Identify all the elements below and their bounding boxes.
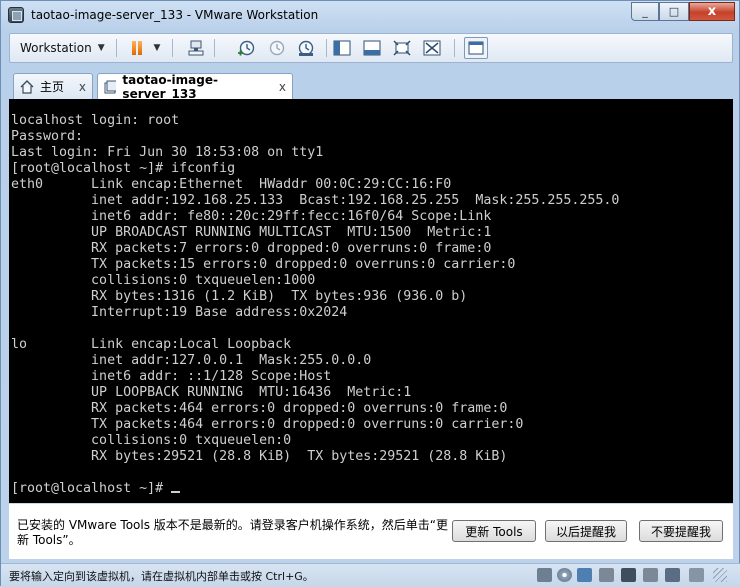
remind-later-button[interactable]: 以后提醒我 [545, 520, 627, 542]
send-ctrl-alt-del-button[interactable] [186, 39, 206, 57]
console-line: RX bytes:1316 (1.2 KiB) TX bytes:936 (93… [91, 289, 468, 304]
unity-button[interactable] [422, 39, 442, 57]
close-icon[interactable]: x [279, 80, 286, 94]
window-title: taotao-image-server_133 - VMware Worksta… [31, 8, 319, 22]
workstation-menu-label: Workstation [20, 41, 92, 55]
minimize-button[interactable]: _ [631, 2, 659, 21]
keyboard-network-icon [188, 40, 204, 56]
title-bar[interactable]: taotao-image-server_133 - VMware Worksta… [1, 1, 740, 31]
console-line: inet6 addr: fe80::20c:29ff:fecc:16f0/64 … [91, 209, 492, 224]
hard-disk-icon[interactable] [537, 568, 552, 582]
vmware-app-icon [8, 7, 24, 23]
vmware-tools-notification: 已安装的 VMware Tools 版本不是最新的。请登录客户机操作系统，然后单… [9, 503, 733, 559]
pause-icon [131, 41, 143, 55]
console-line: RX packets:7 errors:0 dropped:0 overruns… [91, 241, 492, 256]
power-dropdown-button[interactable]: ▼ [150, 39, 164, 57]
close-button[interactable]: x [689, 2, 735, 21]
message-log-icon[interactable] [689, 568, 704, 582]
status-message: 要将输入定向到该虚拟机，请在虚拟机内部单击或按 Ctrl+G。 [9, 570, 314, 583]
console-line: [root@localhost ~]# ifconfig [11, 161, 236, 176]
console-line: Password: [11, 129, 84, 144]
vmware-window: taotao-image-server_133 - VMware Worksta… [0, 0, 740, 587]
console-prompt: [root@localhost ~]# [11, 481, 172, 496]
full-screen-icon [393, 40, 411, 56]
console-line: collisions:0 txqueuelen:1000 [91, 273, 316, 288]
toolbar-divider [172, 39, 173, 57]
console-line: inet addr:127.0.0.1 Mask:255.0.0.0 [91, 353, 372, 368]
console-line: RX packets:464 errors:0 dropped:0 overru… [91, 401, 508, 416]
console-lines: localhost login: root Password: Last log… [11, 113, 619, 464]
close-icon[interactable]: x [79, 80, 86, 94]
console-line: TX packets:15 errors:0 dropped:0 overrun… [91, 257, 516, 272]
take-snapshot-button[interactable] [236, 39, 256, 57]
console-line: collisions:0 txqueuelen:0 [91, 433, 292, 448]
console-output: localhost login: root Password: Last log… [9, 99, 733, 497]
thumbnail-bar-icon [363, 40, 381, 56]
console-line: TX packets:464 errors:0 dropped:0 overru… [91, 417, 524, 432]
console-line: UP BROADCAST RUNNING MULTICAST MTU:1500 … [91, 225, 492, 240]
tab-home-label: 主页 [40, 80, 65, 94]
minimize-icon: _ [642, 5, 648, 18]
update-tools-button[interactable]: 更新 Tools [452, 520, 536, 542]
pause-button[interactable] [124, 39, 150, 57]
tab-bar: 主页 x taotao-image-server_133 x [9, 69, 733, 101]
never-remind-button[interactable]: 不要提醒我 [639, 520, 723, 542]
toolbar-divider [116, 39, 117, 57]
unity-mode-icon [423, 40, 441, 56]
main-toolbar: Workstation ▼ ▼ [9, 33, 733, 63]
close-icon: x [707, 4, 717, 19]
cd-rom-icon[interactable] [557, 568, 572, 582]
console-line: inet6 addr: ::1/128 Scope:Host [91, 369, 332, 384]
printer-icon[interactable] [599, 568, 614, 582]
toolbar-divider [454, 39, 455, 57]
snapshot-clock-icon [238, 40, 255, 56]
show-library-button[interactable] [332, 39, 352, 57]
snapshot-manager-icon [298, 40, 314, 56]
text-cursor [171, 491, 181, 493]
console-line: lo Link encap:Local Loopback [11, 337, 292, 352]
maximize-button[interactable]: □ [659, 2, 689, 21]
notification-message: 已安装的 VMware Tools 版本不是最新的。请登录客户机操作系统，然后单… [17, 518, 449, 547]
console-view-button[interactable] [464, 37, 488, 59]
status-bar: 要将输入定向到该虚拟机，请在虚拟机内部单击或按 Ctrl+G。 [1, 563, 740, 587]
chevron-down-icon: ▼ [97, 43, 105, 53]
vm-console[interactable]: localhost login: root Password: Last log… [9, 99, 733, 503]
tab-home[interactable]: 主页 x [13, 73, 93, 99]
console-line: localhost login: root [11, 113, 180, 128]
library-pane-icon [333, 40, 351, 56]
console-view-icon [468, 41, 484, 55]
snapshot-manager-button[interactable] [296, 39, 316, 57]
toolbar-divider [326, 39, 327, 57]
console-line: inet addr:192.168.25.133 Bcast:192.168.2… [91, 193, 620, 208]
display-icon[interactable] [665, 568, 680, 582]
console-line: Last login: Fri Jun 30 18:53:08 on tty1 [11, 145, 324, 160]
tab-vm-label: taotao-image-server_133 [122, 72, 218, 101]
revert-snapshot-button[interactable] [266, 39, 286, 57]
chevron-down-icon: ▼ [153, 43, 161, 53]
thumbnail-bar-button[interactable] [362, 39, 382, 57]
full-screen-button[interactable] [392, 39, 412, 57]
console-line: RX bytes:29521 (28.8 KiB) TX bytes:29521… [91, 449, 508, 464]
workstation-menu-button[interactable]: Workstation ▼ [14, 38, 111, 58]
vm-icon [104, 80, 117, 93]
toolbar-divider [214, 39, 215, 57]
usb-controller-icon[interactable] [621, 568, 636, 582]
console-line: UP LOOPBACK RUNNING MTU:16436 Metric:1 [91, 385, 412, 400]
home-icon [20, 79, 34, 94]
tab-vm[interactable]: taotao-image-server_133 x [97, 72, 293, 101]
network-adapter-icon[interactable] [577, 568, 592, 582]
console-line: eth0 Link encap:Ethernet HWaddr 00:0C:29… [11, 177, 452, 192]
resize-grip-icon[interactable] [713, 568, 727, 582]
console-line: Interrupt:19 Base address:0x2024 [91, 305, 348, 320]
maximize-icon: □ [668, 5, 680, 18]
snapshot-revert-icon [269, 40, 285, 56]
sound-card-icon[interactable] [643, 568, 658, 582]
